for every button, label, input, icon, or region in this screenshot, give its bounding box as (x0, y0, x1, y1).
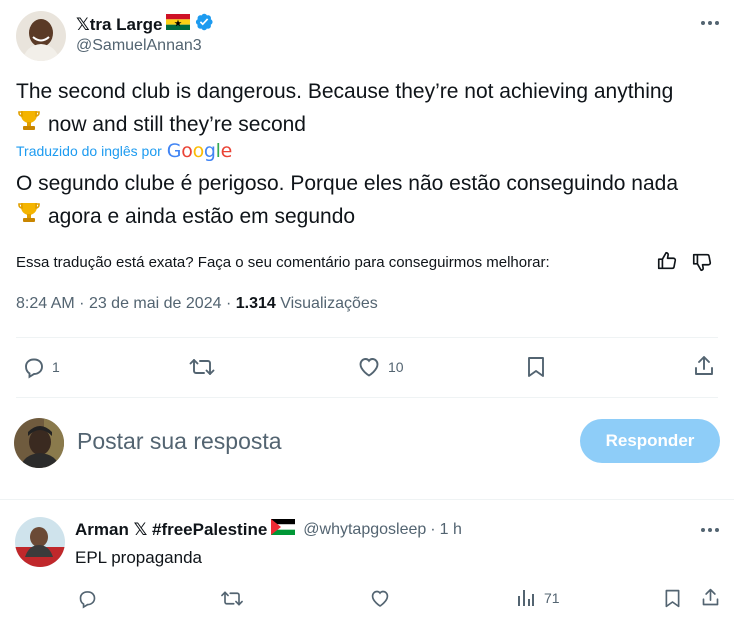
reply-text: EPL propaganda (75, 548, 202, 567)
divider (16, 337, 718, 338)
ghana-flag-emoji (166, 14, 191, 35)
author-name[interactable]: 𝕏tra Large (76, 15, 162, 35)
reply-share-button[interactable] (700, 587, 721, 608)
thumbs-up-icon[interactable] (656, 250, 678, 277)
translation-line-2: agora e ainda estão em segundo (48, 205, 356, 228)
bookmark-icon (665, 589, 680, 608)
reply-time[interactable]: 1 h (440, 521, 462, 539)
reply-retweet-button[interactable] (220, 588, 244, 609)
more-dots-icon[interactable] (700, 520, 720, 545)
author-handle[interactable]: @SamuelAnnan3 (76, 37, 202, 55)
reply-input[interactable]: Postar sua resposta (77, 428, 282, 455)
reply-icon (25, 358, 43, 379)
reply-author-avatar[interactable] (15, 517, 65, 567)
analytics-icon (518, 590, 534, 606)
share-icon (702, 588, 719, 606)
like-count: 10 (388, 359, 404, 375)
heart-icon (371, 590, 389, 607)
divider (16, 397, 718, 398)
author-avatar[interactable] (16, 11, 66, 61)
reply-icon (79, 591, 96, 609)
heart-icon (359, 358, 379, 377)
my-avatar[interactable] (14, 418, 64, 468)
reply-author-name[interactable]: Arman 𝕏 #freePalestine (75, 520, 267, 540)
reply-count: 1 (52, 359, 60, 375)
verified-badge-icon (194, 12, 214, 37)
share-icon (695, 356, 713, 375)
translation-line-1: O segundo clube é perigoso. Porque eles … (16, 172, 678, 195)
reply-like-button[interactable] (369, 588, 391, 609)
reply-bookmark-button[interactable] (662, 588, 683, 609)
reply-button[interactable]: 1 (22, 355, 60, 379)
tweet-text-line-2: now and still they’re second (48, 113, 306, 136)
tweet-date[interactable]: 23 de mai de 2024 (89, 295, 222, 312)
like-button[interactable]: 10 (356, 355, 404, 379)
share-button[interactable] (692, 354, 716, 378)
reply-author-handle[interactable]: @whytapgosleep (303, 521, 426, 539)
trophy-emoji (16, 107, 42, 142)
translation-feedback-prompt: Essa tradução está exata? Faça o seu com… (16, 254, 550, 271)
reply-reply-button[interactable] (77, 588, 98, 609)
trophy-emoji (16, 199, 42, 234)
views-label: Visualizações (280, 295, 378, 312)
bookmark-button[interactable] (524, 355, 548, 379)
reply-views-button[interactable]: 71 (516, 588, 560, 608)
tweet-text: The second club is dangerous. Because th… (16, 76, 716, 142)
tweet-text-line-1: The second club is dangerous. Because th… (16, 80, 674, 103)
translated-label: Traduzido do inglês por (16, 143, 162, 159)
retweet-icon (189, 359, 215, 375)
translated-by: Traduzido do inglês por Google (16, 140, 232, 162)
google-logo: Google (166, 140, 233, 162)
retweet-icon (221, 591, 243, 606)
divider (0, 499, 734, 500)
bookmark-icon (528, 357, 544, 377)
reply-submit-button[interactable]: Responder (580, 419, 720, 463)
thumbs-down-icon[interactable] (691, 251, 713, 278)
palestine-flag-emoji (271, 519, 296, 540)
views-count: 1.314 (235, 295, 276, 312)
reply-views-count: 71 (544, 590, 560, 606)
tweet-meta: 8:24 AM · 23 de mai de 2024 · 1.314 Visu… (16, 295, 378, 312)
translation-text: O segundo clube é perigoso. Porque eles … (16, 168, 716, 234)
tweet-time[interactable]: 8:24 AM (16, 295, 75, 312)
retweet-button[interactable] (189, 355, 221, 379)
more-dots-icon[interactable] (700, 13, 720, 38)
